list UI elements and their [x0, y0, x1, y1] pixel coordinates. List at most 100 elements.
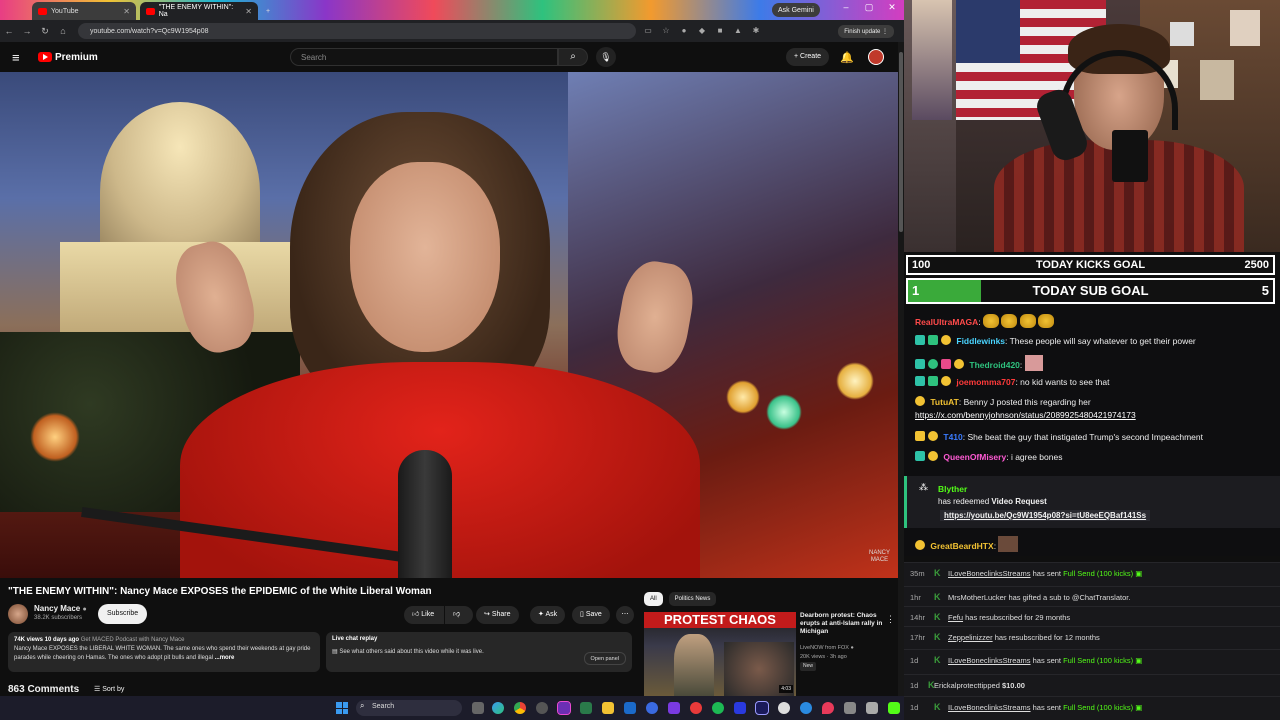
microphone-icon[interactable]: 🎙 — [596, 47, 616, 67]
app-icon[interactable] — [778, 702, 790, 714]
goal-target: 2500 — [1244, 259, 1269, 271]
kick-icon[interactable] — [888, 702, 900, 714]
chat-username[interactable]: QueenOfMisery — [943, 452, 1006, 462]
more-link[interactable]: ...more — [215, 655, 235, 661]
goal-target: 5 — [1261, 283, 1269, 298]
tab-youtube[interactable]: YouTube ✕ — [32, 2, 136, 20]
app-icon[interactable] — [844, 702, 856, 714]
windows-start-icon[interactable] — [336, 702, 348, 714]
chip-all[interactable]: All — [644, 592, 663, 606]
chat-username[interactable]: TutuAT — [930, 397, 958, 407]
reload-icon[interactable]: ↻ — [36, 26, 54, 37]
app-icon[interactable] — [536, 702, 548, 714]
chat-username[interactable]: Fiddlewinks — [956, 336, 1005, 346]
notifications-bell-icon[interactable]: 🔔 — [840, 51, 854, 64]
bookmark-star-icon[interactable]: ☆ — [660, 26, 672, 36]
like-button[interactable]: 👍︎ Like — [404, 606, 444, 624]
sort-by-button[interactable]: ☰ Sort by — [94, 685, 124, 693]
recommended-video-title[interactable]: Dearborn protest: Chaos erupts at anti-I… — [800, 612, 896, 636]
chat-link[interactable]: https://x.com/bennyjohnson/status/208992… — [915, 410, 1136, 420]
chat-username[interactable]: joemomma707 — [956, 377, 1015, 387]
more-actions-icon[interactable]: ⋯ — [616, 606, 634, 624]
extension-icon[interactable]: ● — [678, 26, 690, 36]
home-icon[interactable]: ⌂ — [54, 26, 72, 36]
event-user[interactable]: ILoveBoneclinksStreams — [948, 569, 1031, 578]
close-tab-icon[interactable]: ✕ — [245, 7, 252, 16]
app-icon[interactable] — [668, 702, 680, 714]
edge-icon[interactable] — [492, 702, 504, 714]
video-player[interactable]: NANCY MACE — [0, 72, 898, 578]
event-user[interactable]: Zeppelinizzer — [948, 633, 993, 642]
event-user[interactable]: Erickalprotecttipped — [934, 681, 1000, 690]
app-icon[interactable] — [800, 702, 812, 714]
event-user[interactable]: ILoveBoneclinksStreams — [948, 656, 1031, 665]
chip-politics-news[interactable]: Politics News — [668, 592, 717, 606]
event-user[interactable]: Fefu — [948, 613, 963, 622]
spotify-icon[interactable] — [712, 702, 724, 714]
ask-button[interactable]: ✦ Ask — [530, 606, 566, 624]
share-button[interactable]: ↪ Share — [476, 606, 519, 624]
chrome-icon[interactable] — [514, 702, 526, 714]
redeem-username[interactable]: Blyther — [938, 484, 967, 494]
minimize-icon[interactable]: – — [835, 2, 857, 12]
podcast-link[interactable]: Get MACED Podcast with Nancy Mace — [81, 637, 185, 643]
save-button[interactable]: ▯ Save — [572, 606, 610, 624]
account-avatar[interactable] — [868, 49, 884, 65]
url-field[interactable]: youtube.com/watch?v=Qc9W1954p08 — [78, 23, 636, 39]
file-explorer-icon[interactable] — [602, 702, 614, 714]
open-panel-button[interactable]: Open panel — [583, 652, 626, 665]
extensions-puzzle-icon[interactable]: ✱ — [750, 26, 762, 36]
chat-username[interactable]: RealUltraMAGA — [915, 317, 978, 327]
tab-video[interactable]: "THE ENEMY WITHIN": Na ✕ — [140, 2, 258, 20]
search-input[interactable]: Search — [290, 48, 558, 66]
recommended-video-thumbnail[interactable]: PROTEST CHAOS 4:03 — [644, 612, 796, 696]
scrollbar-thumb[interactable] — [899, 52, 903, 232]
description-box[interactable]: 74K views 10 days ago Get MACED Podcast … — [8, 632, 320, 672]
new-tab-button[interactable]: + — [260, 2, 274, 20]
search-icon[interactable]: ⌕ — [558, 48, 588, 66]
create-button[interactable]: + Create — [786, 48, 830, 66]
cutout-figure — [912, 0, 952, 120]
steam-icon[interactable] — [624, 702, 636, 714]
app-icon[interactable] — [866, 702, 878, 714]
close-window-icon[interactable]: ✕ — [881, 2, 903, 13]
app-icon[interactable] — [734, 702, 746, 714]
more-options-icon[interactable]: ⋮ — [886, 614, 895, 625]
ask-gemini-button[interactable]: Ask Gemini — [772, 3, 820, 17]
taskbar-search-input[interactable]: Search — [356, 700, 462, 716]
task-view-icon[interactable] — [472, 702, 484, 714]
menu-icon[interactable]: ≡ — [12, 50, 26, 65]
channel-avatar[interactable] — [8, 604, 28, 624]
extension-icon[interactable]: ◆ — [696, 26, 708, 36]
event-user[interactable]: ILoveBoneclinksStreams — [948, 703, 1031, 712]
youtube-logo[interactable]: Premium — [38, 52, 98, 63]
extension-icon[interactable]: ▲ — [732, 26, 744, 36]
app-icon[interactable] — [690, 702, 702, 714]
maximize-icon[interactable]: ▢ — [858, 2, 880, 13]
channel-name[interactable]: Nancy Mace ● — [34, 604, 87, 613]
sort-icon: ☰ — [94, 686, 101, 693]
forward-icon[interactable]: → — [18, 26, 36, 36]
dislike-button[interactable]: 👎︎ — [445, 606, 473, 624]
app-icon[interactable] — [646, 702, 658, 714]
chat-username[interactable]: T410 — [943, 432, 962, 442]
event-highlight: Full Send (100 kicks) — [1063, 569, 1134, 578]
redeem-link[interactable]: https://youtu.be/Qc9W1954p08?si=tU8eeEQB… — [940, 510, 1151, 521]
obs-icon[interactable] — [557, 701, 571, 715]
back-icon[interactable]: ← — [0, 26, 18, 36]
subscriber-badge-icon — [915, 451, 925, 461]
goal-label: TODAY SUB GOAL — [1032, 283, 1149, 298]
event-user[interactable]: MrsMotherLucker — [948, 593, 1006, 602]
install-icon[interactable]: ▭ — [642, 26, 654, 36]
extension-icon[interactable]: ■ — [714, 26, 726, 36]
chat-username[interactable]: Thedroid420 — [969, 360, 1020, 370]
chat-username[interactable]: GreatBeardHTX — [930, 541, 993, 551]
close-tab-icon[interactable]: ✕ — [123, 7, 130, 16]
kick-icon: K — [934, 612, 941, 622]
subscribe-button[interactable]: Subscribe — [98, 604, 148, 624]
maps-pin-icon[interactable] — [822, 702, 834, 714]
app-icon[interactable] — [580, 702, 592, 714]
recommended-channel[interactable]: LiveNOW from FOX — [800, 645, 849, 651]
premiere-icon[interactable] — [755, 701, 769, 715]
finish-update-button[interactable]: Finish update ⋮ — [838, 24, 894, 38]
